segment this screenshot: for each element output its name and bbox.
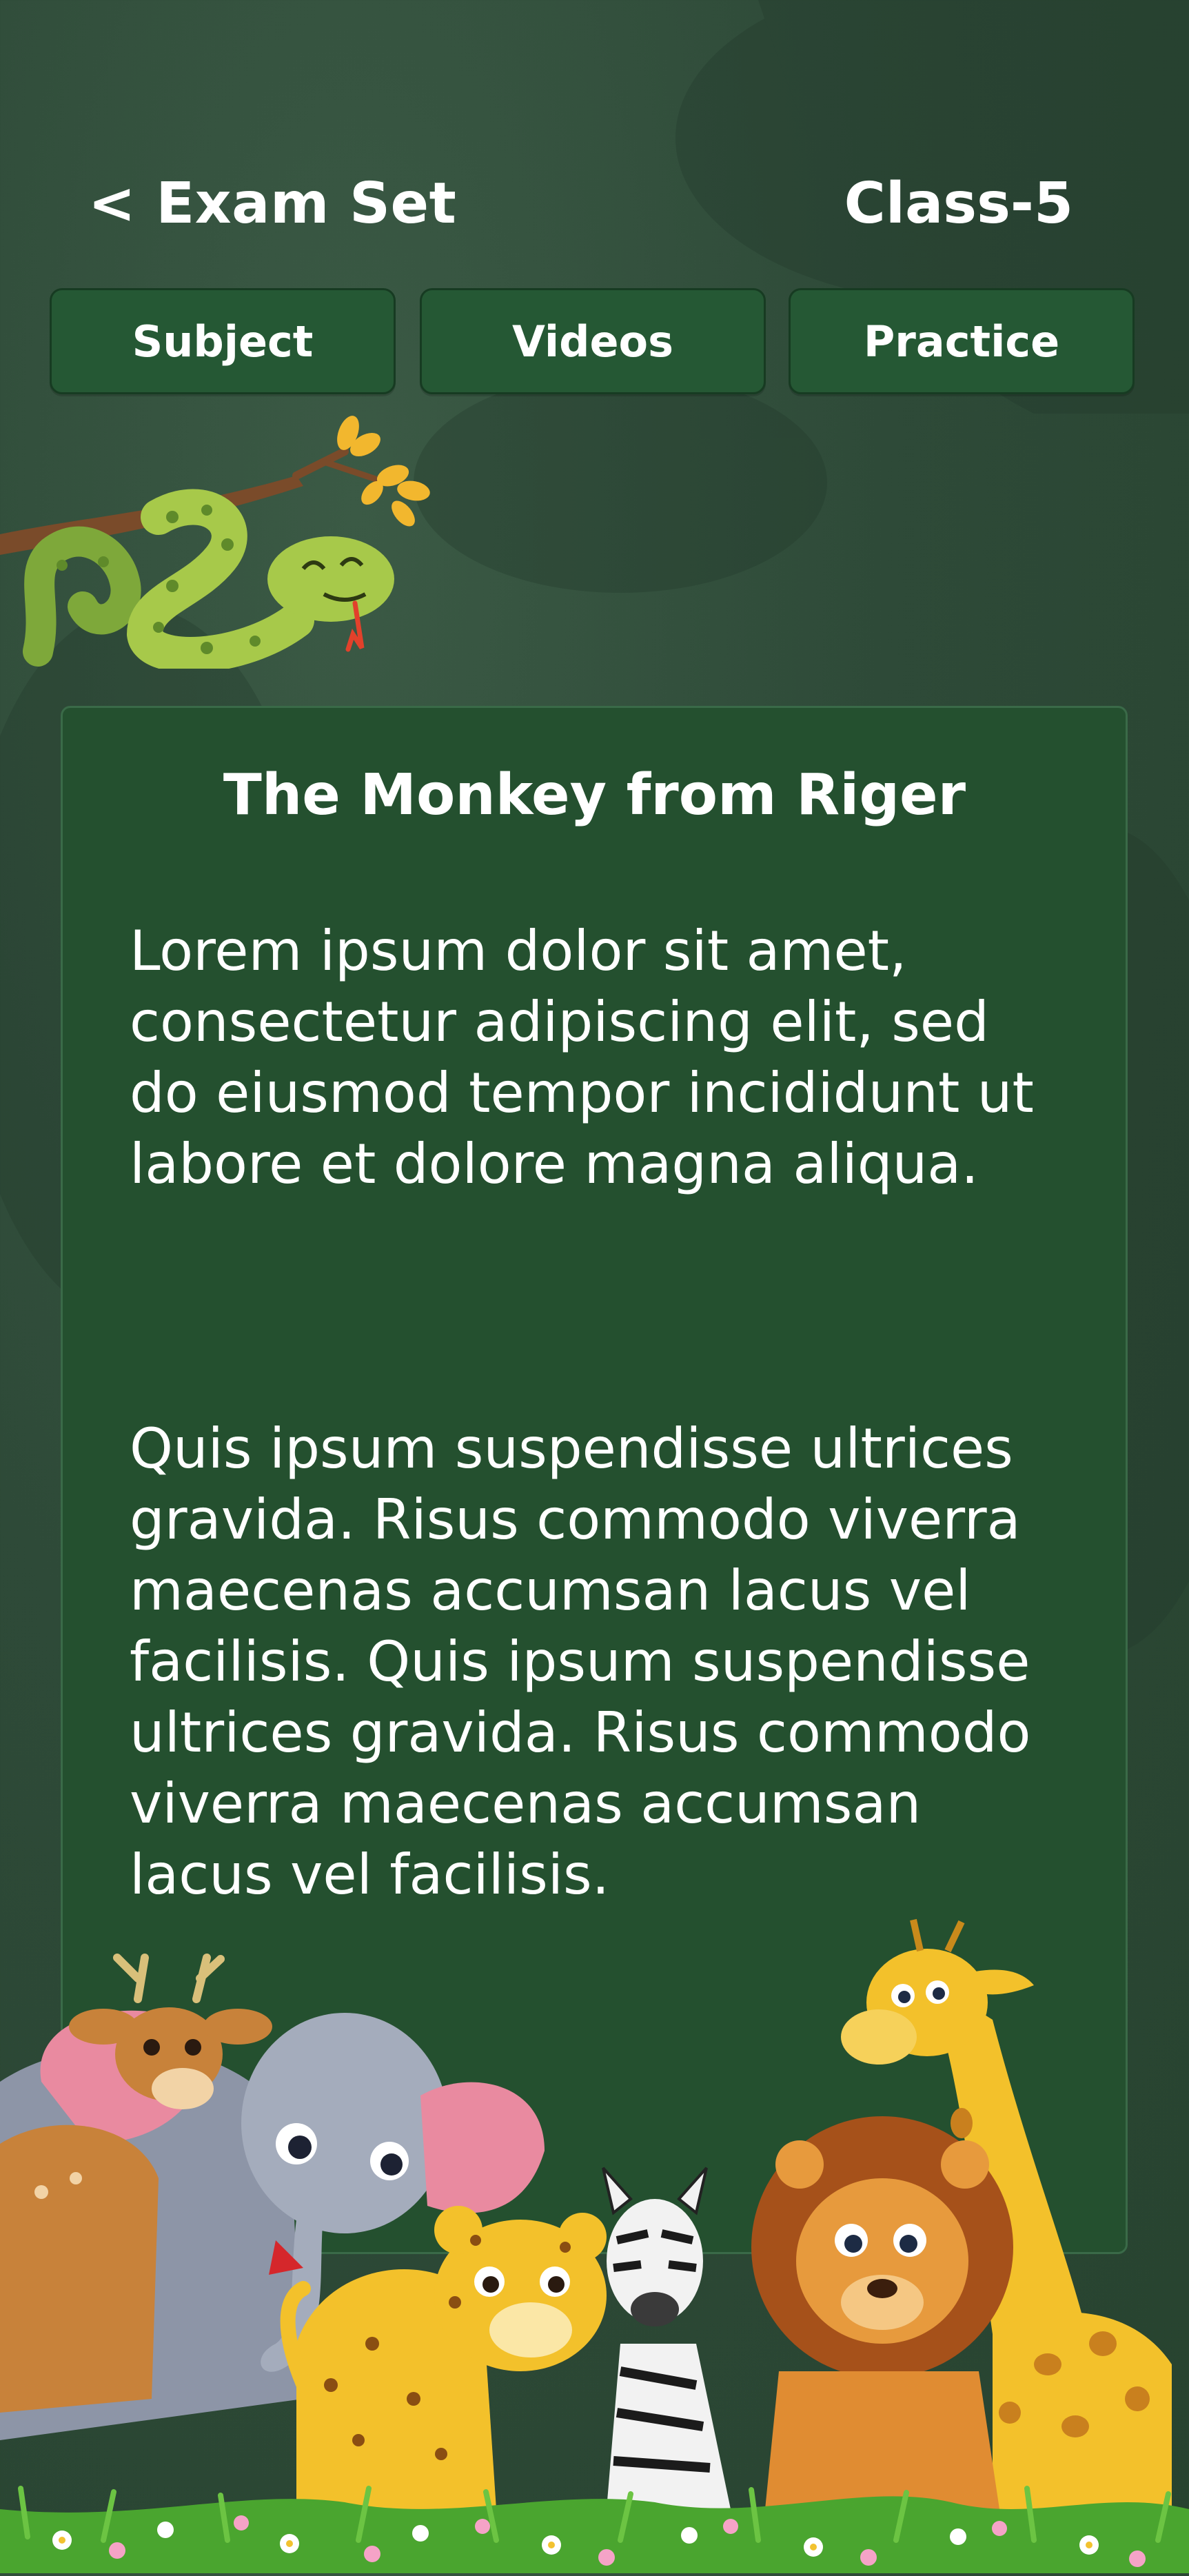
header: < Exam Set Class-5 — [0, 0, 1189, 290]
class-label: Class-5 — [844, 171, 1073, 236]
leopard-icon — [280, 2206, 607, 2509]
tab-bar: Subject Videos Practice — [50, 288, 1139, 397]
snake-illustration — [0, 414, 455, 673]
lion-icon — [751, 2116, 1013, 2509]
story-paragraph-2: Quis ipsum suspendisse ultrices gravida.… — [130, 1417, 1031, 1907]
tab-subject[interactable]: Subject — [50, 288, 396, 394]
tab-practice[interactable]: Practice — [789, 288, 1135, 394]
zebra-icon — [602, 2167, 731, 2509]
back-button[interactable]: < Exam Set — [88, 171, 456, 236]
story-paragraph-1: Lorem ipsum dolor sit amet, consectetur … — [130, 919, 1034, 1196]
jungle-animals-illustration — [0, 1916, 1189, 2573]
story-title: The Monkey from Riger — [223, 762, 966, 828]
tab-videos[interactable]: Videos — [420, 288, 766, 394]
